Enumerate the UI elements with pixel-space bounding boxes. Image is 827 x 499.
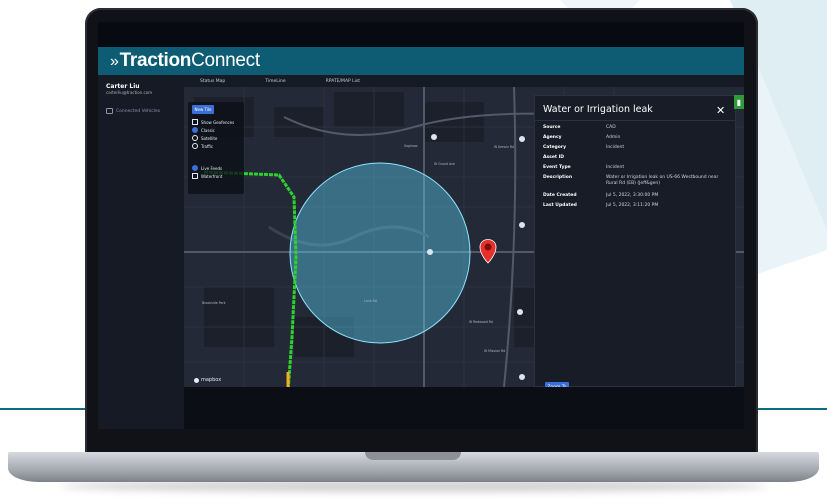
field-key: Last Updated: [543, 203, 577, 208]
field-key: Date Created: [543, 193, 577, 198]
field-value: CAD: [606, 125, 616, 130]
radio-selected-icon[interactable]: [192, 127, 198, 133]
layer-label: Traffic: [201, 143, 214, 149]
laptop-notch: [365, 452, 461, 460]
layer-classic[interactable]: Classic: [192, 127, 215, 133]
layer-waterfront[interactable]: Waterfront: [192, 173, 222, 179]
incident-detail-panel: Water or Irrigation leak ✕ Source CAD Ag…: [534, 95, 736, 392]
screen-lower-area: [184, 387, 744, 429]
detail-title: Water or Irrigation leak: [543, 104, 653, 115]
field-value: Incident: [606, 165, 625, 170]
checkbox-icon[interactable]: [192, 173, 198, 179]
traction-connect-app: »TractionConnect Carter Liu carterliu@tr…: [98, 22, 744, 429]
map-label-saginaw: Saginaw: [404, 144, 418, 148]
radio-icon[interactable]: [192, 135, 198, 141]
field-value: Jul 5, 2022, 3:30:00 PM: [606, 193, 659, 198]
incident-radius-circle: [289, 162, 471, 344]
car-icon: [106, 108, 113, 114]
logo-rest: Connect: [191, 50, 260, 71]
app-header: »TractionConnect: [98, 47, 744, 75]
logo-bold: Traction: [119, 50, 192, 71]
layer-label: Satellite: [201, 135, 218, 141]
tab-rpate-map-list[interactable]: RPATE/MAP List: [326, 79, 360, 84]
map-label-redwood: W Redwood Rd: [469, 320, 494, 324]
radio-selected-icon[interactable]: [192, 165, 198, 171]
mapbox-text: mapbox: [201, 377, 222, 383]
mapbox-icon: [194, 377, 199, 383]
map-label-grand: W Grand Ave: [434, 162, 455, 166]
detail-divider: [535, 120, 735, 121]
layer-label: Show Geofences: [201, 119, 235, 125]
field-key: Category: [543, 145, 567, 150]
field-key: Source: [543, 125, 561, 130]
checkbox-icon[interactable]: [192, 119, 198, 125]
sidebar-item-label: Connected Vehicles: [116, 108, 161, 114]
layer-satellite[interactable]: Satellite: [192, 135, 217, 141]
tab-timeline[interactable]: TimeLine: [265, 79, 285, 84]
field-value: Incident: [606, 145, 625, 150]
field-value: Water or Irrigation leak on US-66 Westbo…: [606, 175, 719, 186]
tab-bar: Status Map TimeLine RPATE/MAP List: [184, 75, 744, 87]
field-value: Admin: [606, 135, 621, 140]
app-logo: »TractionConnect: [110, 50, 260, 72]
radio-icon[interactable]: [192, 143, 198, 149]
field-value: Jul 5, 2022, 3:11:20 PM: [606, 203, 659, 208]
map-label-kerwin: W Kerwin Rd: [494, 145, 515, 149]
tab-status-map[interactable]: Status Map: [200, 79, 225, 84]
user-name: Carter Liu: [106, 83, 140, 90]
sidebar: Carter Liu carterliu@traction.com Connec…: [98, 75, 184, 429]
map-label-lone: Lone Rd: [364, 299, 377, 303]
panel-tab-icon[interactable]: ▮: [734, 95, 744, 109]
layer-live-feeds[interactable]: Live Feeds: [192, 165, 222, 171]
field-key: Asset ID: [543, 155, 565, 160]
layer-control-panel: New Tile Show Geofences Classic Satellit…: [188, 102, 244, 194]
field-key: Event Type: [543, 165, 571, 170]
map-label-brookside: Brookside Park: [202, 301, 226, 305]
layer-label: Live Feeds: [201, 165, 223, 171]
field-key: Agency: [543, 135, 562, 140]
map-label-mission: W Mission Rd: [484, 349, 506, 353]
new-tile-button[interactable]: New Tile: [192, 105, 214, 114]
sidebar-item-connected-vehicles[interactable]: Connected Vehicles: [106, 108, 160, 114]
layer-label: Classic: [201, 127, 215, 133]
close-icon[interactable]: ✕: [716, 104, 725, 117]
mapbox-logo[interactable]: mapbox: [194, 377, 221, 383]
layer-show-geofences[interactable]: Show Geofences: [192, 119, 234, 125]
layer-traffic[interactable]: Traffic: [192, 143, 213, 149]
logo-chevrons: »: [110, 53, 119, 70]
user-email: carterliu@traction.com: [106, 90, 153, 95]
layer-label: Waterfront: [201, 173, 223, 179]
field-key: Description: [543, 175, 573, 180]
laptop-screen: »TractionConnect Carter Liu carterliu@tr…: [98, 22, 744, 429]
